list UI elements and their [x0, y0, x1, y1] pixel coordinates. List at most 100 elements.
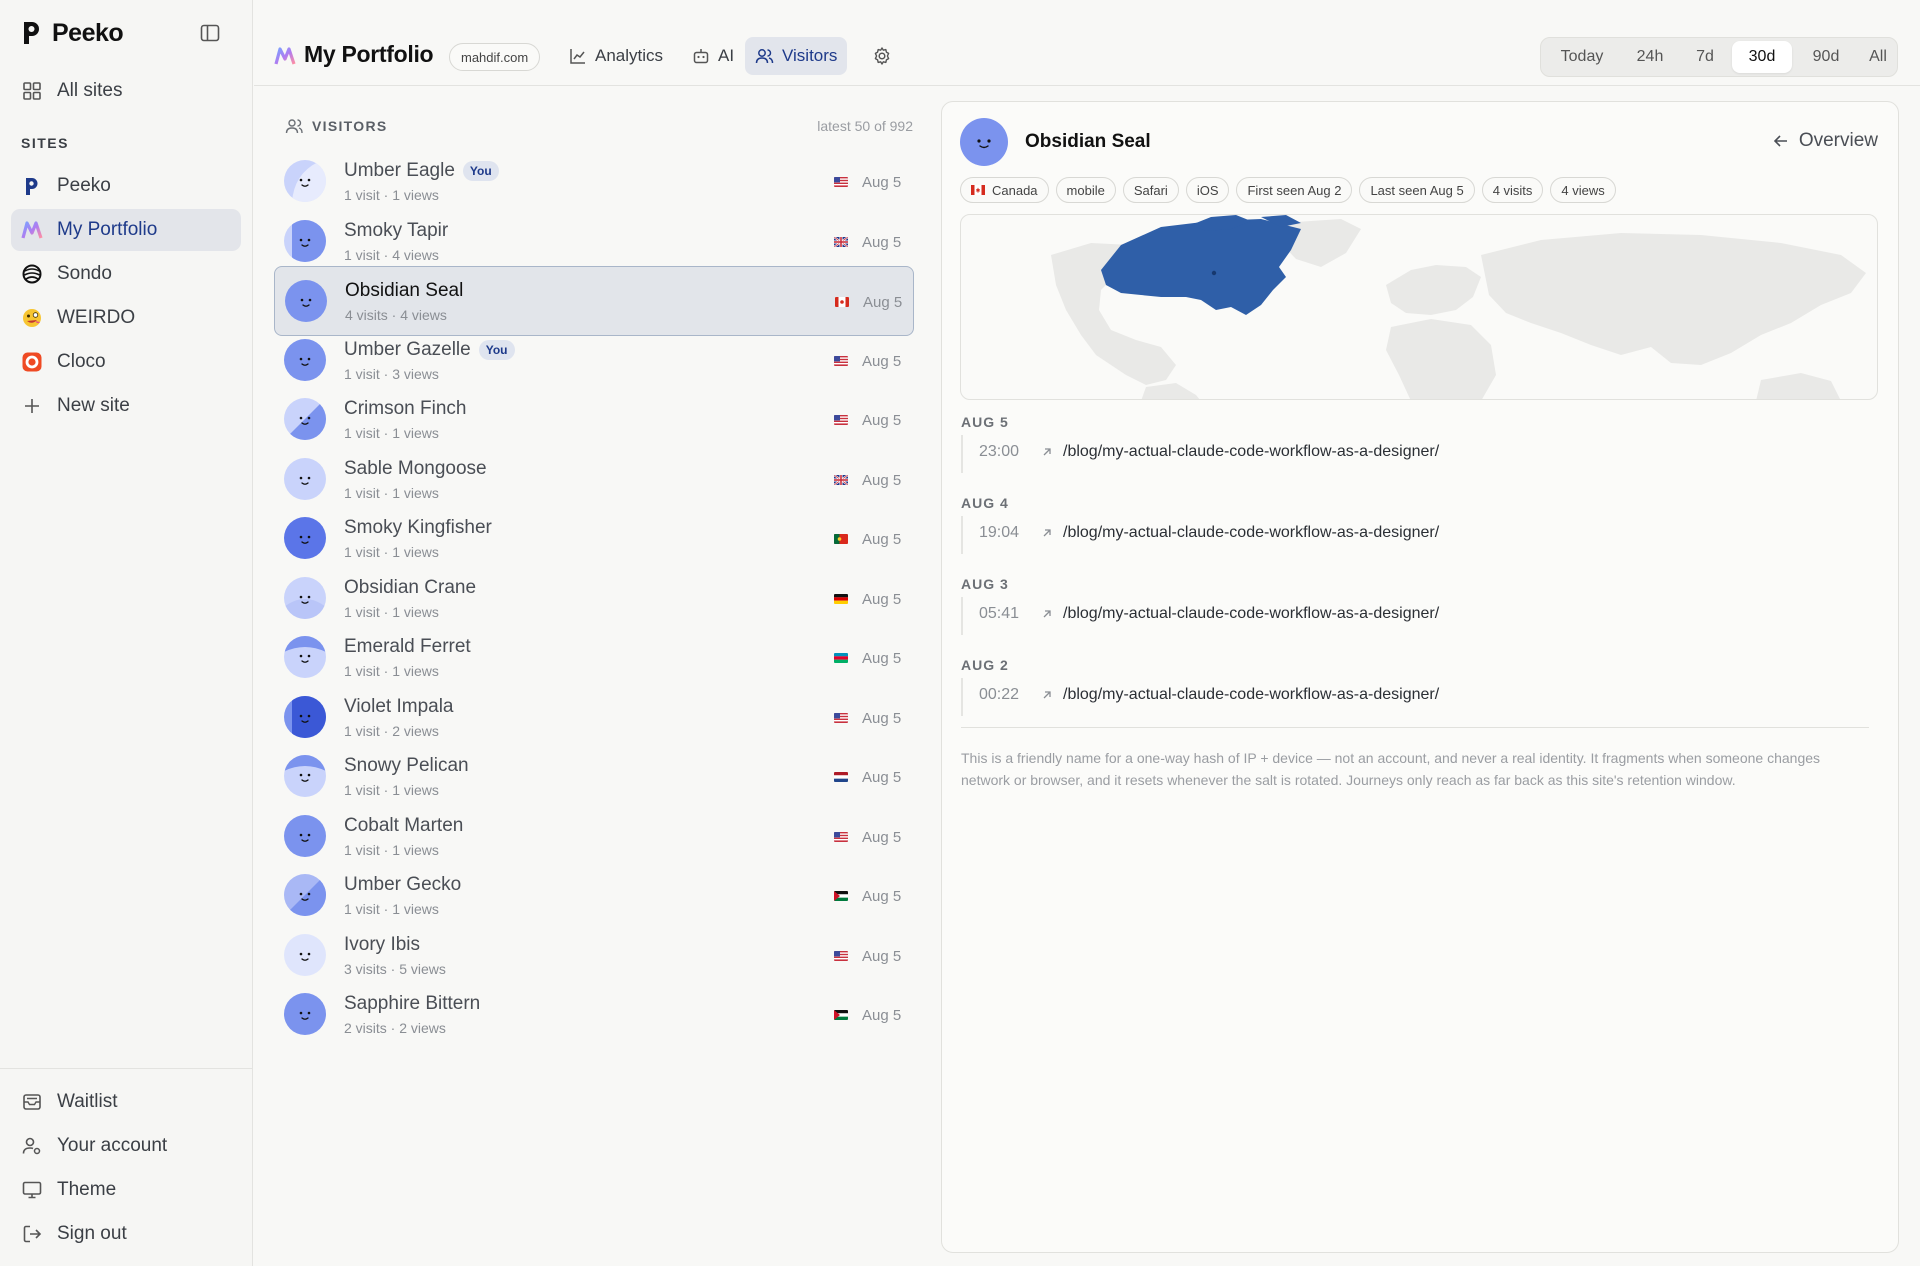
- journey-pageview[interactable]: 05:41 /blog/my-actual-claude-code-workfl…: [961, 597, 1861, 635]
- tab-label: AI: [718, 46, 735, 65]
- journey-day-label: AUG 3: [961, 576, 1009, 592]
- visitor-name: Snowy Pelican: [344, 755, 469, 776]
- journey-pageview[interactable]: 19:04 /blog/my-actual-claude-code-workfl…: [961, 516, 1861, 554]
- visitor-name-wrap: Umber Eagle You: [344, 160, 499, 182]
- visitor-name-wrap: Obsidian Seal: [345, 280, 463, 302]
- visitor-name-wrap: Crimson Finch: [344, 398, 466, 420]
- identity-disclaimer: This is a friendly name for a one-way ha…: [961, 750, 1821, 788]
- sidebar-item-cloco[interactable]: Cloco: [11, 341, 241, 383]
- journey-day-label: AUG 4: [961, 495, 1009, 511]
- visitor-last-seen: Aug 5: [862, 709, 902, 727]
- visitor-last-seen: Aug 5: [862, 531, 902, 548]
- flag-jo-icon: [834, 1010, 848, 1020]
- sidebar-item-label: Theme: [57, 1179, 117, 1200]
- visitor-stats: 1 visit · 4 views: [344, 246, 439, 263]
- range-24h[interactable]: 24h: [1623, 41, 1677, 73]
- visitor-name: Smoky Kingfisher: [344, 517, 492, 538]
- flag-az-icon: [834, 653, 848, 663]
- visitor-name: Obsidian Crane: [344, 576, 477, 598]
- sidebar-item-label: Your account: [57, 1135, 168, 1156]
- visitor-avatar: [284, 874, 326, 916]
- tab-analytics[interactable]: Analytics: [559, 37, 673, 75]
- sidebar-item-label: Cloco: [57, 351, 106, 372]
- visitor-name-wrap: Umber Gecko: [344, 874, 461, 896]
- flag-us-icon: [834, 712, 848, 723]
- detail-divider: [961, 727, 1869, 728]
- sidebar-item-your-account[interactable]: Your account: [11, 1125, 241, 1167]
- sidebar-item-waitlist[interactable]: Waitlist: [11, 1081, 241, 1123]
- sidebar-item-sondo[interactable]: Sondo: [11, 253, 241, 295]
- visitor-stats: 1 visit · 1 views: [344, 603, 439, 620]
- visitor-stats: 2 visits · 2 views: [344, 1020, 446, 1036]
- flag-us-icon: [834, 415, 848, 425]
- visitor-name: Smoky Tapir: [344, 219, 449, 241]
- sidebar-item-weirdo[interactable]: WEIRDO: [11, 297, 241, 339]
- sidebar-item-peeko[interactable]: Peeko: [11, 165, 241, 207]
- visitor-avatar: [284, 457, 326, 500]
- chip-first-seen: First seen Aug 2: [1236, 177, 1353, 203]
- sidebar-toggle-icon[interactable]: [199, 22, 221, 44]
- visitor-stats: 1 visit · 1 views: [344, 544, 439, 560]
- weirdo-emoji-icon: [23, 309, 41, 327]
- tab-ai[interactable]: AI: [682, 37, 744, 75]
- chip-os: iOS: [1185, 177, 1230, 203]
- visitor-detail-panel: Obsidian Seal Overview Canada mobile Saf…: [941, 101, 1899, 1253]
- visitor-last-seen: Aug 5: [862, 590, 902, 608]
- visitor-avatar: [284, 755, 326, 797]
- range-all[interactable]: All: [1859, 41, 1897, 73]
- flag-gb-icon: [834, 236, 848, 247]
- visitor-last-seen: Aug 5: [862, 947, 902, 965]
- visitor-name: Sapphire Bittern: [344, 993, 481, 1014]
- you-badge: You: [478, 339, 515, 360]
- visitor-name-wrap: Cobalt Marten: [344, 815, 463, 837]
- visitor-stats: 1 visit · 1 views: [344, 782, 439, 798]
- new-site-button[interactable]: New site: [11, 385, 241, 427]
- sidebar-item-sign-out[interactable]: Sign out: [11, 1213, 241, 1255]
- pageview-path: /blog/my-actual-claude-code-workflow-as-…: [1063, 524, 1440, 541]
- sidebar-item-label: Waitlist: [57, 1091, 118, 1112]
- external-arrow-icon: [1043, 691, 1051, 699]
- visitor-name-wrap: Sable Mongoose: [344, 458, 487, 480]
- sidebar-item-my-portfolio[interactable]: My Portfolio: [11, 209, 241, 251]
- visitor-row[interactable]: Sapphire Bittern 2 visits · 2 views Aug …: [274, 980, 914, 1050]
- visitor-name: Umber Gecko: [344, 874, 462, 895]
- all-sites-link[interactable]: All sites: [11, 70, 241, 112]
- chip-visits: 4 visits: [1481, 177, 1544, 203]
- flag-canada-icon: [971, 185, 985, 195]
- overview-button[interactable]: Overview: [1773, 130, 1878, 152]
- sidebar-item-label: Sondo: [57, 263, 112, 284]
- external-arrow-icon: [1043, 448, 1051, 456]
- cloco-logo-icon: [22, 352, 42, 372]
- visitor-name: Ivory Ibis: [344, 933, 421, 955]
- range-30d[interactable]: 30d: [1732, 41, 1792, 73]
- pageview-path: /blog/my-actual-claude-code-workflow-as-…: [1063, 686, 1440, 703]
- journey-pageview[interactable]: 23:00 /blog/my-actual-claude-code-workfl…: [961, 435, 1861, 473]
- sidebar-item-theme[interactable]: Theme: [11, 1169, 241, 1211]
- overview-label: Overview: [1798, 130, 1878, 151]
- land-europe: [1386, 265, 1481, 315]
- monitor-icon: [22, 1181, 42, 1199]
- gear-icon[interactable]: [872, 46, 892, 66]
- brand[interactable]: Peeko: [20, 18, 124, 48]
- visitor-last-seen: Aug 5: [862, 650, 902, 667]
- visitor-stats: 1 visit · 2 views: [344, 722, 439, 739]
- visitor-last-seen: Aug 5: [862, 769, 902, 786]
- range-90d[interactable]: 90d: [1796, 41, 1856, 73]
- chip-device: mobile: [1055, 177, 1116, 203]
- domain-badge[interactable]: mahdif.com: [449, 43, 541, 71]
- range-7d[interactable]: 7d: [1681, 41, 1729, 73]
- users-icon: [285, 119, 303, 134]
- tab-visitors[interactable]: Visitors: [745, 37, 848, 75]
- visitor-name: Obsidian Seal: [345, 280, 464, 301]
- journey-pageview[interactable]: 00:22 /blog/my-actual-claude-code-workfl…: [961, 678, 1861, 716]
- visitor-name-wrap: Obsidian Crane: [344, 577, 476, 599]
- range-today[interactable]: Today: [1545, 41, 1619, 73]
- visitor-avatar: [284, 398, 326, 440]
- pageview-time: 05:41: [979, 605, 1020, 622]
- visitor-avatar: [284, 219, 326, 262]
- visitor-avatar: [960, 118, 1008, 166]
- land-asia: [1481, 233, 1866, 365]
- visitor-avatar: [284, 993, 326, 1035]
- all-sites-label: All sites: [57, 80, 123, 101]
- visitor-stats: 4 visits · 4 views: [345, 307, 447, 323]
